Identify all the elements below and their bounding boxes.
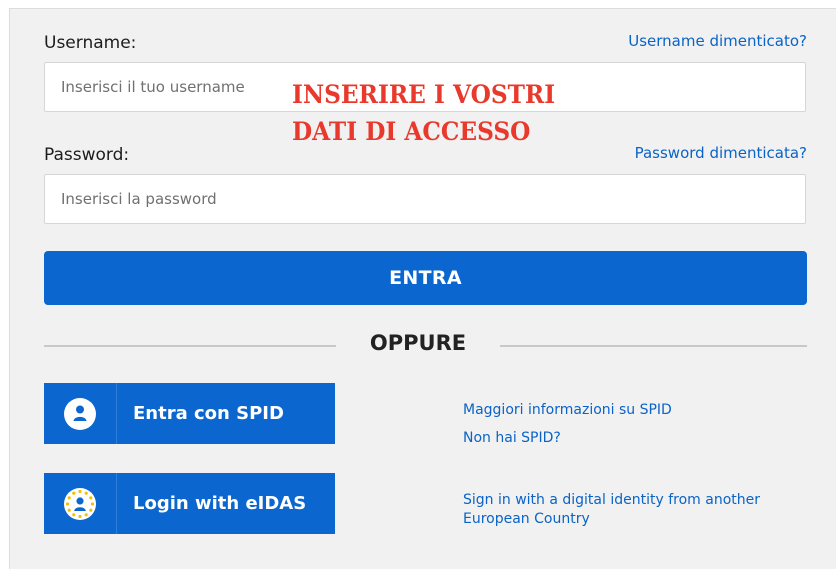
eidas-info-link-line-1[interactable]: Sign in with a digital identity from ano…: [463, 491, 760, 510]
spid-icon-box: [44, 383, 117, 444]
eidas-icon-box: [44, 473, 117, 534]
spid-info-link[interactable]: Maggiori informazioni su SPID: [463, 401, 672, 420]
password-input[interactable]: [44, 174, 806, 224]
divider-line-right: [500, 345, 807, 347]
password-label: Password:: [44, 145, 130, 165]
eidas-info-link-line-2[interactable]: European Country: [463, 510, 590, 529]
enter-button[interactable]: ENTRA: [44, 251, 807, 305]
eidas-button-label: Login with eIDAS: [133, 493, 307, 514]
eu-stars-user-icon: [64, 487, 96, 520]
forgot-password-link[interactable]: Password dimenticata?: [635, 144, 807, 162]
divider-text: OPPURE: [336, 331, 500, 355]
no-spid-link[interactable]: Non hai SPID?: [463, 429, 561, 448]
eidas-login-button[interactable]: Login with eIDAS: [44, 473, 335, 534]
username-label: Username:: [44, 33, 137, 53]
spid-button-label: Entra con SPID: [133, 403, 284, 424]
user-icon: [64, 397, 96, 430]
spid-login-button[interactable]: Entra con SPID: [44, 383, 335, 444]
annotation-line-2: DATI DI ACCESSO: [292, 117, 531, 146]
divider-line-left: [44, 345, 336, 347]
forgot-username-link[interactable]: Username dimenticato?: [628, 32, 807, 50]
annotation-line-1: INSERIRE I VOSTRI: [292, 80, 556, 109]
